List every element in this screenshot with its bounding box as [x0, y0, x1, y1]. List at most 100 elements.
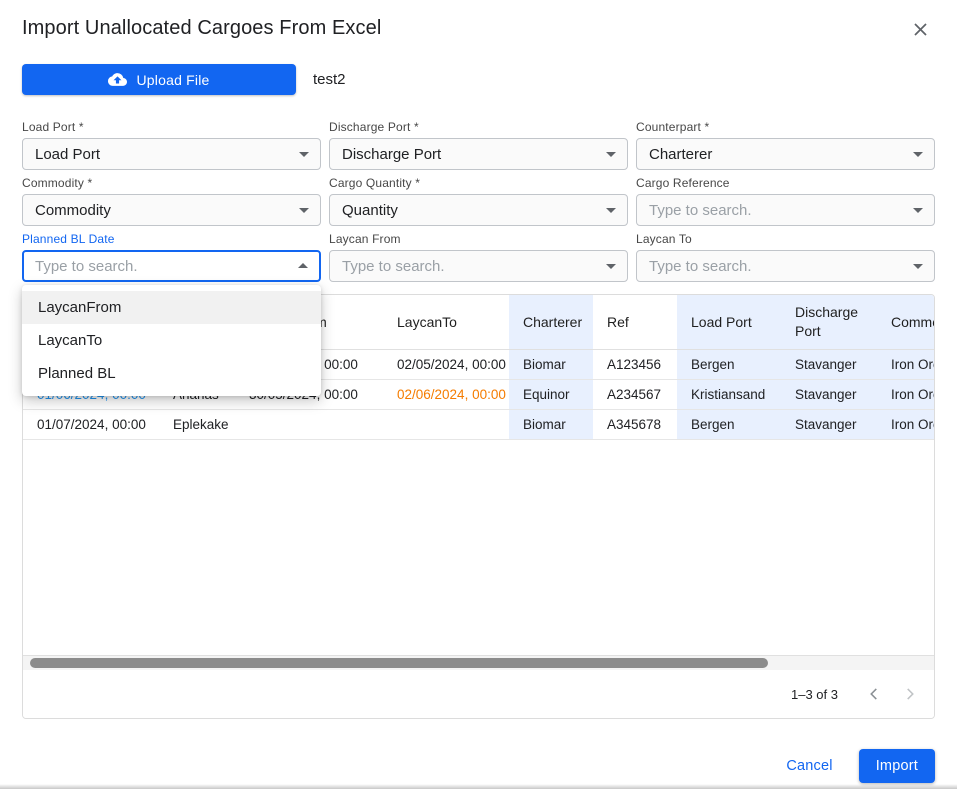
- table-cell: 02/06/2024, 00:00: [383, 380, 509, 410]
- table-cell: A123456: [593, 350, 677, 380]
- laycan-to-combobox[interactable]: [636, 250, 935, 282]
- field-label: Commodity *: [22, 176, 321, 190]
- table-cell: 02/05/2024, 00:00: [383, 350, 509, 380]
- chevron-down-icon: [299, 208, 309, 213]
- field-label: Cargo Quantity *: [329, 176, 628, 190]
- field-label: Laycan From: [329, 232, 628, 246]
- table-cell: Iron Ore: [877, 380, 934, 410]
- chevron-down-icon: [606, 152, 616, 157]
- column-header-charterer[interactable]: Charterer: [509, 295, 593, 350]
- dialog-bottom-shadow: [0, 784, 957, 789]
- table-cell: A345678: [593, 410, 677, 440]
- planned-bl-date-combobox[interactable]: [22, 250, 321, 282]
- chevron-down-icon: [913, 152, 923, 157]
- chevron-down-icon: [299, 152, 309, 157]
- planned-bl-date-input[interactable]: [35, 258, 289, 275]
- close-button[interactable]: [908, 17, 933, 45]
- field-discharge-port: Discharge Port * Discharge Port: [329, 120, 628, 170]
- field-label: Laycan To: [636, 232, 935, 246]
- dialog-header: Import Unallocated Cargoes From Excel: [0, 0, 957, 45]
- horizontal-scrollbar[interactable]: [23, 655, 934, 670]
- table-cell: [235, 410, 383, 440]
- close-icon: [910, 28, 931, 43]
- table-cell: Bergen: [677, 410, 781, 440]
- laycan-from-combobox[interactable]: [329, 250, 628, 282]
- pagination-range-label: 1–3 of 3: [791, 687, 838, 702]
- dialog-actions: Cancel Import: [22, 749, 935, 783]
- table-cell: 01/07/2024, 00:00: [23, 410, 159, 440]
- field-label: Planned BL Date: [22, 232, 321, 246]
- table-cell: Bergen: [677, 350, 781, 380]
- table-row: 01/07/2024, 00:00 Eplekake Biomar A34567…: [23, 410, 934, 440]
- column-header-load-port[interactable]: Load Port: [677, 295, 781, 350]
- field-label: Cargo Reference: [636, 176, 935, 190]
- table-cell: Stavanger: [781, 410, 877, 440]
- upload-row: Upload File test2: [22, 64, 935, 95]
- mapping-form: Load Port * Load Port Discharge Port * D…: [22, 120, 935, 282]
- table-cell: Biomar: [509, 410, 593, 440]
- field-label: Discharge Port *: [329, 120, 628, 134]
- cancel-button[interactable]: Cancel: [782, 752, 836, 780]
- table-cell: Stavanger: [781, 380, 877, 410]
- column-header-commodity[interactable]: Commodity: [877, 295, 934, 350]
- table-cell: A234567: [593, 380, 677, 410]
- table-cell: Iron Ore: [877, 410, 934, 440]
- table-cell: Stavanger: [781, 350, 877, 380]
- table-cell: Equinor: [509, 380, 593, 410]
- table-cell: Eplekake: [159, 410, 235, 440]
- field-label: Counterpart *: [636, 120, 935, 134]
- cargo-reference-combobox[interactable]: [636, 194, 935, 226]
- table-cell: [383, 410, 509, 440]
- page-title: Import Unallocated Cargoes From Excel: [22, 17, 381, 40]
- table-cell: Iron Ore: [877, 350, 934, 380]
- chevron-down-icon: [913, 208, 923, 213]
- counterpart-select[interactable]: Charterer: [636, 138, 935, 170]
- field-laycan-from: Laycan From: [329, 232, 628, 282]
- laycan-to-input[interactable]: [649, 258, 904, 275]
- menu-item-planned-bl[interactable]: Planned BL: [22, 357, 321, 390]
- chevron-down-icon: [606, 208, 616, 213]
- table-cell: Biomar: [509, 350, 593, 380]
- upload-file-label: Upload File: [136, 72, 209, 88]
- commodity-select[interactable]: Commodity: [22, 194, 321, 226]
- selected-value: Quantity: [342, 202, 398, 219]
- scrollbar-thumb[interactable]: [30, 658, 768, 668]
- previous-page-button[interactable]: [856, 676, 892, 712]
- grid-pagination: 1–3 of 3: [23, 670, 934, 718]
- uploaded-file-name: test2: [313, 71, 346, 88]
- menu-item-laycanfrom[interactable]: LaycanFrom: [22, 291, 321, 324]
- field-cargo-reference: Cargo Reference: [636, 176, 935, 226]
- field-cargo-quantity: Cargo Quantity * Quantity: [329, 176, 628, 226]
- chevron-right-icon: [899, 683, 921, 705]
- column-options-menu: LaycanFrom LaycanTo Planned BL: [22, 285, 321, 396]
- chevron-down-icon: [606, 264, 616, 269]
- field-label: Load Port *: [22, 120, 321, 134]
- chevron-up-icon: [298, 263, 308, 268]
- next-page-button[interactable]: [892, 676, 928, 712]
- field-load-port: Load Port * Load Port: [22, 120, 321, 170]
- column-header-laycanto[interactable]: LaycanTo: [383, 295, 509, 350]
- selected-value: Charterer: [649, 146, 712, 163]
- selected-value: Load Port: [35, 146, 100, 163]
- field-planned-bl-date: Planned BL Date LaycanFrom LaycanTo Plan…: [22, 232, 321, 282]
- field-counterpart: Counterpart * Charterer: [636, 120, 935, 170]
- import-cargoes-dialog: Import Unallocated Cargoes From Excel Up…: [0, 0, 957, 789]
- import-button[interactable]: Import: [859, 749, 935, 783]
- chevron-down-icon: [913, 264, 923, 269]
- column-header-discharge-port[interactable]: Discharge Port: [781, 295, 877, 350]
- chevron-left-icon: [863, 683, 885, 705]
- load-port-select[interactable]: Load Port: [22, 138, 321, 170]
- discharge-port-select[interactable]: Discharge Port: [329, 138, 628, 170]
- selected-value: Commodity: [35, 202, 111, 219]
- column-header-ref[interactable]: Ref: [593, 295, 677, 350]
- laycan-from-input[interactable]: [342, 258, 597, 275]
- selected-value: Discharge Port: [342, 146, 441, 163]
- table-cell: Kristiansand: [677, 380, 781, 410]
- cargo-reference-input[interactable]: [649, 202, 904, 219]
- cargo-quantity-select[interactable]: Quantity: [329, 194, 628, 226]
- field-commodity: Commodity * Commodity: [22, 176, 321, 226]
- cloud-upload-icon: [108, 70, 127, 89]
- upload-file-button[interactable]: Upload File: [22, 64, 296, 95]
- field-laycan-to: Laycan To: [636, 232, 935, 282]
- menu-item-laycanto[interactable]: LaycanTo: [22, 324, 321, 357]
